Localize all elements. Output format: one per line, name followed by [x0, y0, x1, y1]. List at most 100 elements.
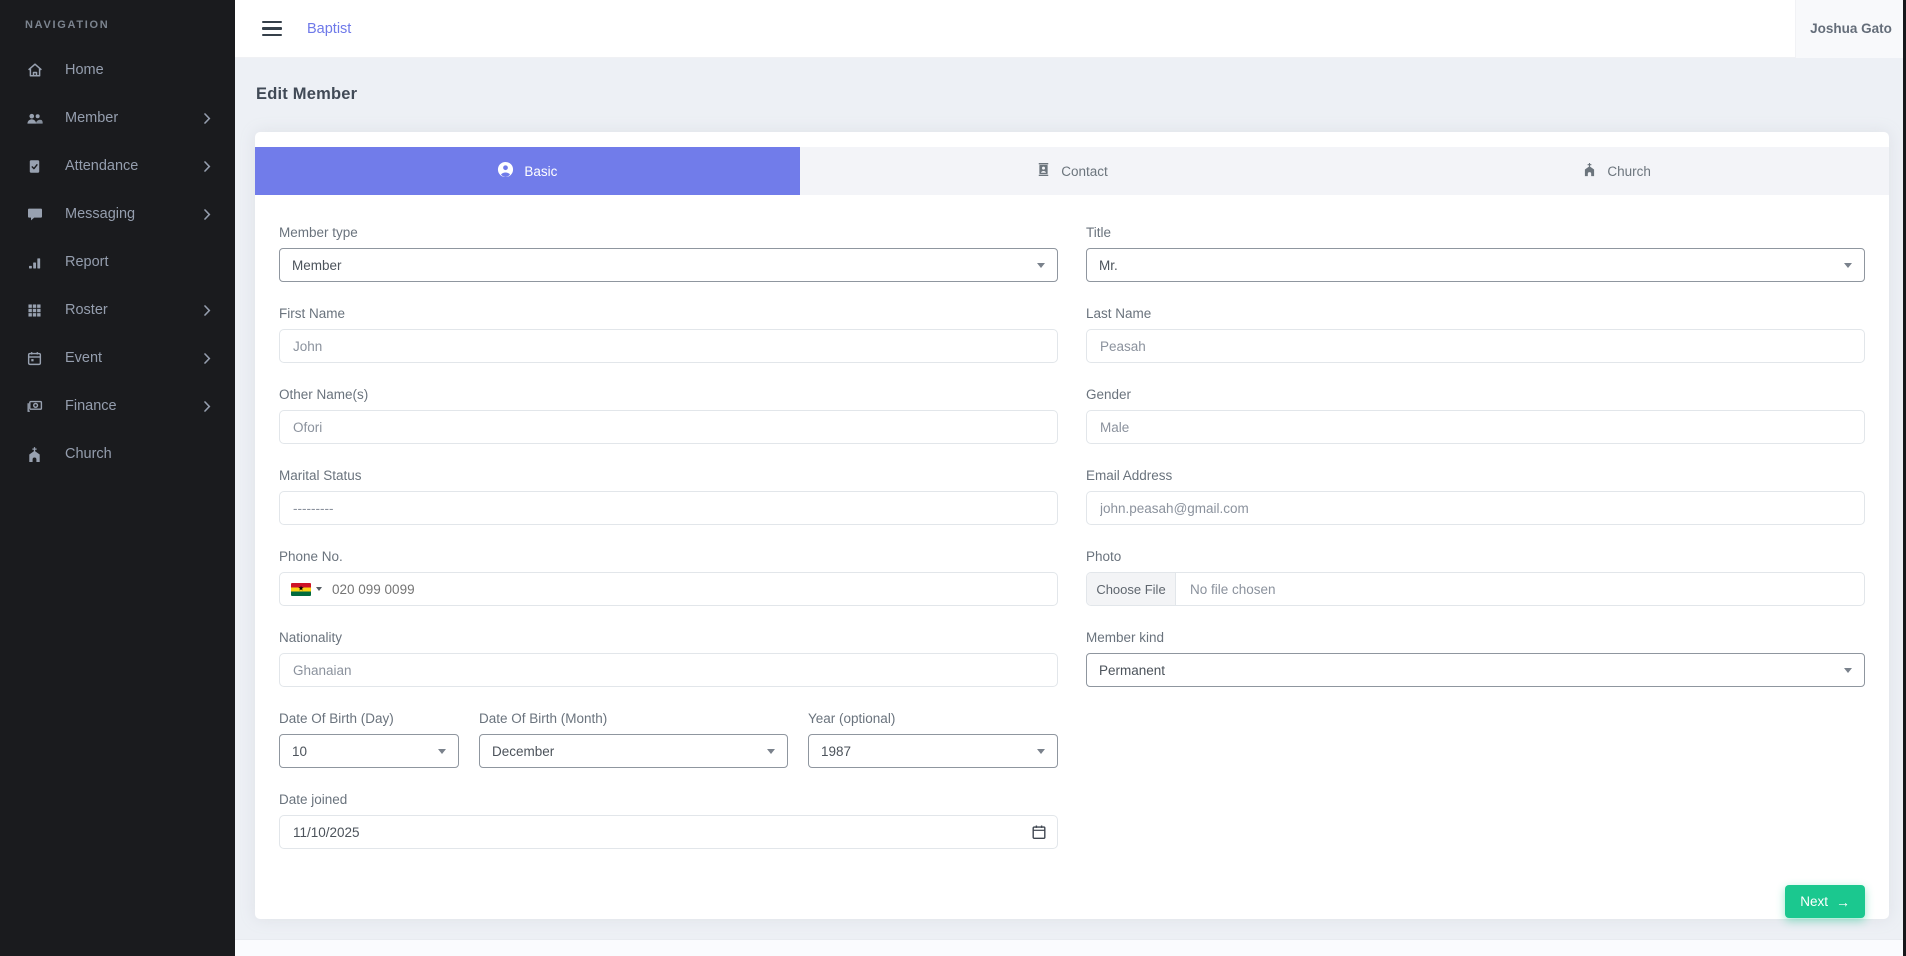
photo-label: Photo [1086, 549, 1865, 564]
gender-input[interactable] [1086, 410, 1865, 444]
field-gender: Gender [1086, 387, 1865, 444]
email-input[interactable] [1086, 491, 1865, 525]
dob-day-value: 10 [292, 744, 307, 759]
sidebar-item-finance[interactable]: Finance [0, 382, 235, 430]
tab-basic[interactable]: Basic [255, 147, 800, 195]
phone-label: Phone No. [279, 549, 1058, 564]
sidebar-item-roster[interactable]: Roster [0, 286, 235, 334]
tab-label: Contact [1061, 164, 1108, 179]
field-photo: Photo Choose File No file chosen [1086, 549, 1865, 606]
ghana-flag-icon [291, 583, 311, 596]
title-select[interactable]: Mr. [1086, 248, 1865, 282]
sidebar-item-report[interactable]: Report [0, 238, 235, 286]
country-selector[interactable] [291, 583, 322, 596]
last-name-input[interactable] [1086, 329, 1865, 363]
sidebar-item-church[interactable]: Church [0, 430, 235, 478]
date-joined-input[interactable] [279, 815, 1058, 849]
nationality-input[interactable] [279, 653, 1058, 687]
phone-input[interactable] [322, 573, 1057, 605]
field-other-names: Other Name(s) [279, 387, 1058, 444]
field-last-name: Last Name [1086, 306, 1865, 363]
edit-member-card: Basic Contact Church [255, 132, 1889, 919]
chevron-right-icon [204, 161, 211, 172]
choose-file-button[interactable]: Choose File [1087, 573, 1176, 605]
other-names-label: Other Name(s) [279, 387, 1058, 402]
file-status-text: No file chosen [1176, 573, 1276, 605]
next-button-label: Next [1800, 894, 1828, 909]
first-name-label: First Name [279, 306, 1058, 321]
field-dob-year: Year (optional) 1987 [808, 711, 1058, 768]
member-type-value: Member [292, 258, 342, 273]
arrow-right-icon: → [1836, 895, 1850, 909]
sidebar-item-label: Roster [65, 302, 108, 318]
chevron-right-icon [204, 401, 211, 412]
chevron-right-icon [204, 353, 211, 364]
field-nationality: Nationality [279, 630, 1058, 687]
chevron-down-icon [767, 749, 775, 754]
chevron-down-icon [1844, 668, 1852, 673]
chat-icon [25, 205, 44, 224]
nationality-label: Nationality [279, 630, 1058, 645]
phone-input-wrap [279, 572, 1058, 606]
sidebar-item-attendance[interactable]: Attendance [0, 142, 235, 190]
tab-contact[interactable]: Contact [800, 147, 1345, 195]
address-card-icon [1036, 162, 1051, 180]
dob-month-value: December [492, 744, 554, 759]
dob-month-select[interactable]: December [479, 734, 788, 768]
page-content: Edit Member Basic Contact [235, 58, 1906, 939]
home-icon [25, 61, 44, 80]
sidebar-section-header: NAVIGATION [0, 9, 235, 46]
title-value: Mr. [1099, 258, 1118, 273]
member-kind-label: Member kind [1086, 630, 1865, 645]
chevron-down-icon [438, 749, 446, 754]
member-kind-select[interactable]: Permanent [1086, 653, 1865, 687]
dob-day-select[interactable]: 10 [279, 734, 459, 768]
brand-link[interactable]: Baptist [307, 21, 351, 37]
marital-status-input[interactable] [279, 491, 1058, 525]
church-icon [25, 445, 44, 464]
church-icon [1582, 162, 1597, 180]
chevron-right-icon [204, 305, 211, 316]
dob-row: Date Of Birth (Day) 10 Date Of Birth (Mo… [279, 711, 1058, 768]
top-bar: Baptist Joshua Gato [235, 0, 1906, 58]
member-type-select[interactable]: Member [279, 248, 1058, 282]
attendance-icon [25, 157, 44, 176]
date-joined-label: Date joined [279, 792, 1058, 807]
marital-status-label: Marital Status [279, 468, 1058, 483]
photo-file-input[interactable]: Choose File No file chosen [1086, 572, 1865, 606]
sidebar-item-event[interactable]: Event [0, 334, 235, 382]
user-menu[interactable]: Joshua Gato [1795, 0, 1906, 58]
tab-church[interactable]: Church [1344, 147, 1889, 195]
grid-icon [25, 301, 44, 320]
calendar-icon [25, 349, 44, 368]
menu-toggle-icon[interactable] [262, 21, 282, 36]
other-names-input[interactable] [279, 410, 1058, 444]
email-label: Email Address [1086, 468, 1865, 483]
sidebar-item-label: Church [65, 446, 112, 462]
money-icon [25, 397, 44, 416]
gender-label: Gender [1086, 387, 1865, 402]
next-button[interactable]: Next → [1785, 885, 1865, 918]
first-name-input[interactable] [279, 329, 1058, 363]
sidebar-item-label: Event [65, 350, 102, 366]
tab-label: Church [1607, 164, 1651, 179]
dob-day-label: Date Of Birth (Day) [279, 711, 459, 726]
sidebar-item-messaging[interactable]: Messaging [0, 190, 235, 238]
bar-chart-icon [25, 253, 44, 272]
users-icon [25, 109, 44, 128]
sidebar-item-label: Messaging [65, 206, 135, 222]
sidebar-item-member[interactable]: Member [0, 94, 235, 142]
chevron-down-icon [1037, 263, 1045, 268]
page-title: Edit Member [256, 85, 1889, 104]
sidebar-item-label: Attendance [65, 158, 138, 174]
sidebar-item-label: Report [65, 254, 109, 270]
tab-label: Basic [524, 164, 557, 179]
field-marital-status: Marital Status [279, 468, 1058, 525]
field-phone: Phone No. [279, 549, 1058, 606]
member-type-label: Member type [279, 225, 1058, 240]
chevron-right-icon [204, 113, 211, 124]
calendar-icon[interactable] [1032, 825, 1046, 840]
chevron-down-icon [1037, 749, 1045, 754]
dob-year-select[interactable]: 1987 [808, 734, 1058, 768]
sidebar-item-home[interactable]: Home [0, 46, 235, 94]
